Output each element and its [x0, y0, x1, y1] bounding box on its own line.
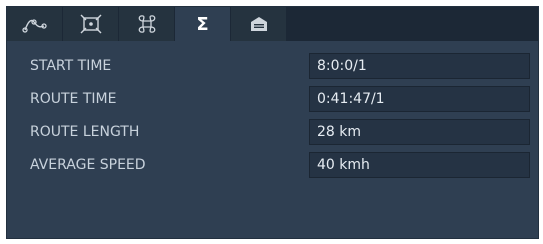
tab-route[interactable] — [7, 7, 62, 41]
route-summary-panel: Σ START TIME 8:0:0/1 ROUTE TIME 0:41:47/… — [6, 6, 539, 239]
start-time-label: START TIME — [30, 58, 112, 74]
route-length-field[interactable]: 28 km — [309, 119, 530, 145]
tab-garage[interactable] — [231, 7, 286, 41]
route-time-label: ROUTE TIME — [30, 91, 117, 107]
start-time-field[interactable]: 8:0:0/1 — [309, 53, 530, 79]
sigma-summary-icon: Σ — [196, 13, 209, 35]
tab-bar: Σ — [7, 7, 538, 41]
start-time-row: START TIME 8:0:0/1 — [7, 51, 538, 81]
garage-icon — [250, 17, 267, 31]
average-speed-field[interactable]: 40 kmh — [309, 152, 530, 178]
average-speed-label: AVERAGE SPEED — [30, 157, 146, 173]
tab-summary[interactable]: Σ — [175, 7, 230, 41]
route-time-field[interactable]: 0:41:47/1 — [309, 86, 530, 112]
average-speed-row: AVERAGE SPEED 40 kmh — [7, 150, 538, 180]
route-time-row: ROUTE TIME 0:41:47/1 — [7, 84, 538, 114]
command-network-icon — [138, 15, 155, 33]
tab-nodes[interactable] — [63, 7, 118, 41]
summary-rows: START TIME 8:0:0/1 ROUTE TIME 0:41:47/1 … — [7, 51, 538, 183]
tab-network[interactable] — [119, 7, 174, 41]
route-length-label: ROUTE LENGTH — [30, 124, 140, 140]
route-curve-icon — [21, 19, 47, 33]
route-length-row: ROUTE LENGTH 28 km — [7, 117, 538, 147]
node-target-icon — [80, 14, 101, 34]
